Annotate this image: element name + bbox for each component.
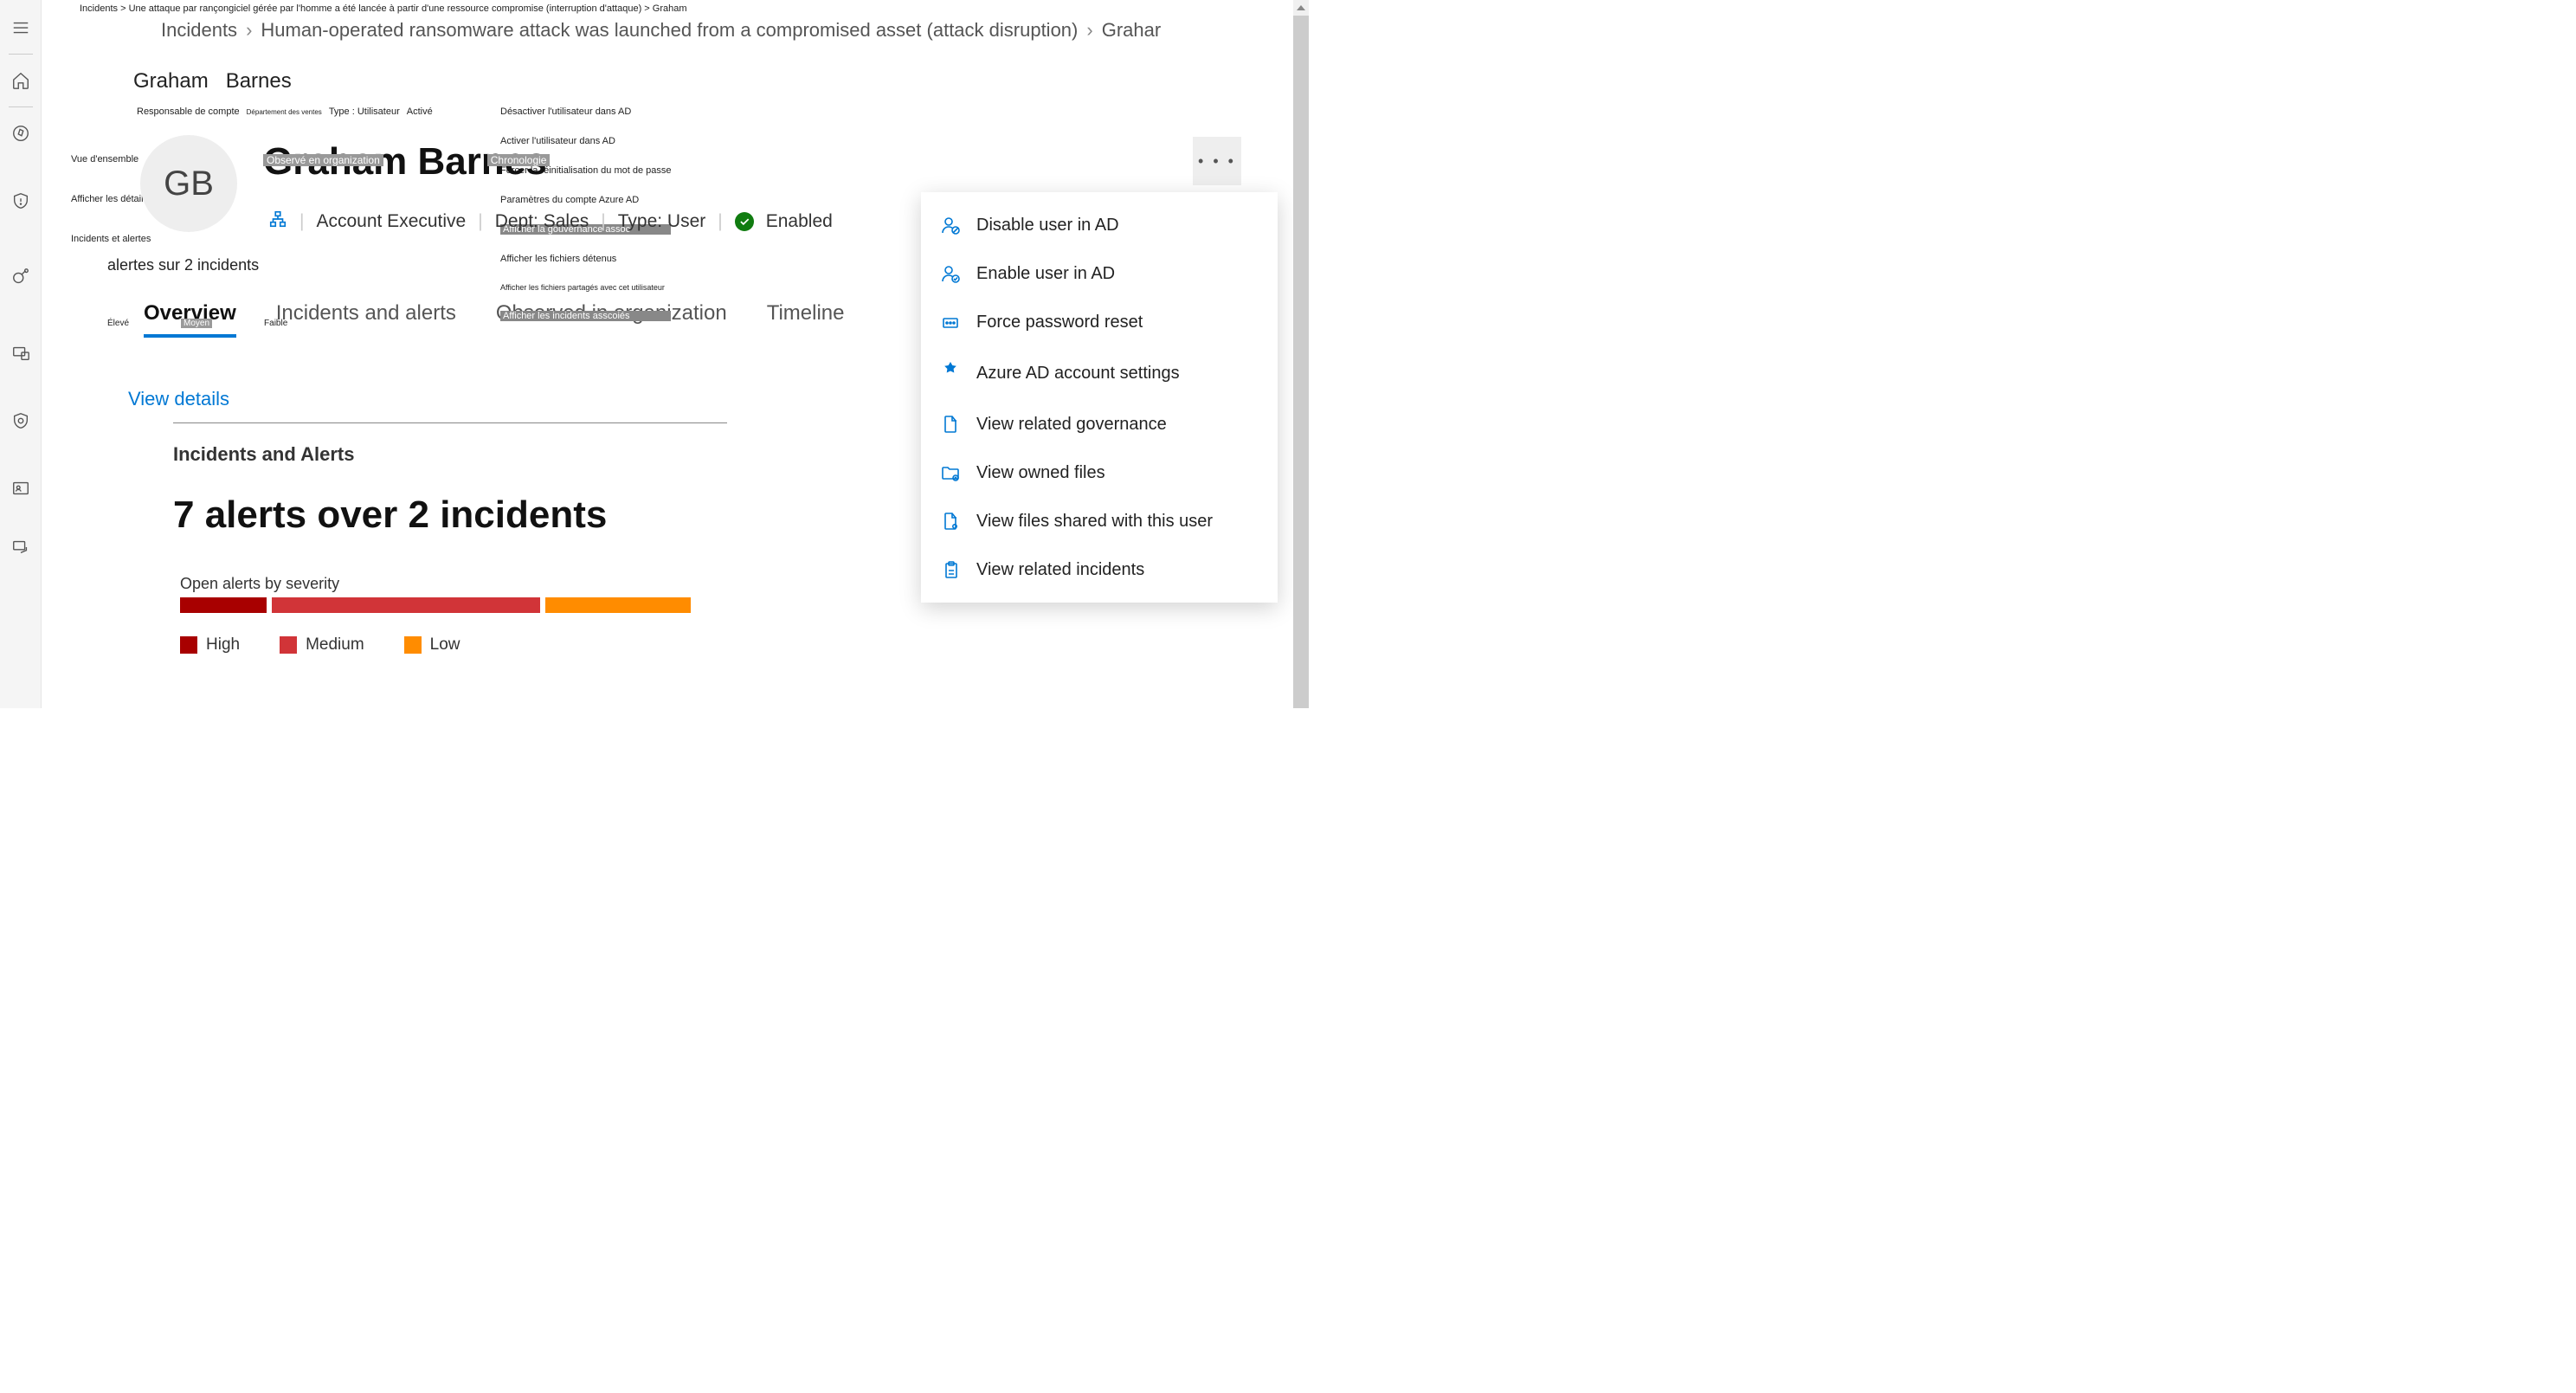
score-icon[interactable] (0, 256, 42, 298)
home-icon[interactable] (0, 60, 42, 101)
sev-low-fr: Faible (264, 319, 287, 328)
user-last-name: Barnes (226, 69, 292, 94)
action-label: Enable user in AD (976, 264, 1115, 284)
more-actions-button[interactable]: • • • (1193, 137, 1241, 185)
action-view-owned-files[interactable]: View owned files (921, 448, 1278, 497)
user-role: Account Executive (316, 211, 466, 232)
breadcrumb-fr-ghost: Incidents > Une attaque par rançongiciel… (80, 3, 687, 14)
severity-segment-low (545, 597, 691, 613)
sev-med-fr: Moyen (181, 319, 212, 328)
tab-overview[interactable]: Overview (144, 301, 236, 334)
action-view-related-incidents[interactable]: View related incidents (921, 545, 1278, 594)
user-meta-fr: Responsable de compte Département des ve… (137, 106, 433, 117)
action-label: View related incidents (976, 560, 1144, 580)
tab-timeline[interactable]: Timeline (767, 301, 845, 334)
action-disable-user[interactable]: Disable user in AD (921, 201, 1278, 249)
global-sidebar (0, 0, 42, 708)
user-meta-line: | Account Executive | Dept: Sales | Type… (268, 210, 833, 234)
tab-incidents-alerts[interactable]: Incidents and alerts (276, 301, 456, 334)
separator: | (601, 211, 605, 232)
user-first-name: Graham (133, 69, 209, 94)
separator: | (299, 211, 304, 232)
breadcrumb-entity: Grahar (1102, 19, 1161, 42)
action-label: View files shared with this user (976, 512, 1213, 532)
action-label: Force password reset (976, 313, 1143, 332)
ia2-fr: Incidents et alertes (71, 234, 229, 244)
org-chart-icon[interactable] (268, 210, 287, 234)
user-type: Type: User (618, 211, 706, 232)
chips-fr: Observé en organization Chronologie (263, 154, 550, 166)
action-label: View owned files (976, 463, 1105, 483)
severity-segment-medium (272, 597, 540, 613)
actions-dropdown: Disable user in AD Enable user in AD For… (921, 192, 1278, 603)
fr-disable: Désactiver l'utilisateur dans AD (500, 106, 671, 117)
view-details-link[interactable]: View details (128, 388, 229, 410)
user-status: Enabled (766, 211, 833, 232)
action-label: Disable user in AD (976, 216, 1119, 235)
contact-card-icon[interactable] (0, 468, 42, 509)
chevron-right-icon: › (246, 19, 252, 42)
divider (9, 106, 33, 107)
user-name-split: Graham Barnes (133, 69, 292, 94)
type-fr: Type : Utilisateur (329, 106, 400, 117)
shield-icon[interactable] (0, 180, 42, 222)
action-view-governance[interactable]: View related governance (921, 400, 1278, 448)
alerts-headline: 7 alerts over 2 incidents (173, 493, 607, 537)
scroll-up-icon[interactable] (1293, 0, 1309, 16)
legend-low: Low (404, 635, 460, 655)
fr-owned: Afficher les fichiers détenus (500, 254, 671, 264)
severity-legend: High Medium Low (180, 635, 460, 655)
action-enable-user[interactable]: Enable user in AD (921, 249, 1278, 298)
breadcrumb: Incidents › Human-operated ransomware at… (161, 19, 1293, 42)
devices-icon[interactable] (0, 332, 42, 374)
entity-tabs: Overview Incidents and alerts Observed i… (144, 301, 845, 334)
avatar: GB (140, 135, 237, 232)
breadcrumb-root[interactable]: Incidents (161, 19, 237, 42)
user-dept: Dept: Sales (495, 211, 589, 232)
secure-score-icon[interactable] (0, 400, 42, 442)
hamburger-icon[interactable] (0, 7, 42, 48)
vertical-scrollbar[interactable] (1293, 0, 1309, 708)
legend-medium: Medium (280, 635, 364, 655)
sev-labels-fr: Élevé Moyen Faible (107, 319, 287, 328)
action-azure-settings[interactable]: Azure AD account settings (921, 346, 1278, 400)
divider (173, 422, 727, 423)
chip-timeline-fr: Chronologie (487, 154, 551, 166)
legend-high: High (180, 635, 240, 655)
severity-heading: Open alerts by severity (180, 575, 339, 593)
scrollbar-track[interactable] (1293, 16, 1309, 708)
status-fr: Activé (407, 106, 433, 117)
fr-shared: Afficher les fichiers partagés avec cet … (500, 283, 671, 292)
role-fr: Responsable de compte (137, 106, 240, 117)
compass-icon[interactable] (0, 113, 42, 154)
severity-segment-high (180, 597, 267, 613)
check-circle-icon (735, 212, 754, 231)
divider (9, 54, 33, 55)
action-label: View related governance (976, 415, 1167, 435)
chevron-right-icon: › (1086, 19, 1092, 42)
fr-azure: Paramètres du compte Azure AD (500, 195, 671, 205)
main-content: Incidents > Une attaque par rançongiciel… (42, 0, 1293, 708)
fr-incidents: Afficher les incidents asscoiés (500, 311, 671, 321)
severity-bar-chart (180, 597, 691, 613)
dept-fr: Département des ventes (247, 108, 322, 116)
alert-summary-fr: alertes sur 2 incidents (107, 256, 259, 274)
action-force-reset[interactable]: Force password reset (921, 298, 1278, 346)
overview-fr: Vue d'ensemble (71, 154, 138, 164)
sev-high-fr: Élevé (107, 319, 129, 328)
endpoint-icon[interactable] (0, 526, 42, 568)
action-label: Azure AD account settings (976, 364, 1180, 384)
action-view-shared-files[interactable]: View files shared with this user (921, 497, 1278, 545)
chip-observed-fr: Observé en organization (263, 154, 383, 166)
separator: | (718, 211, 722, 232)
ellipsis-icon: • • • (1198, 152, 1236, 171)
breadcrumb-incident[interactable]: Human-operated ransomware attack was lau… (261, 19, 1078, 42)
separator: | (478, 211, 482, 232)
card-title-incidents: Incidents and Alerts (173, 443, 354, 466)
